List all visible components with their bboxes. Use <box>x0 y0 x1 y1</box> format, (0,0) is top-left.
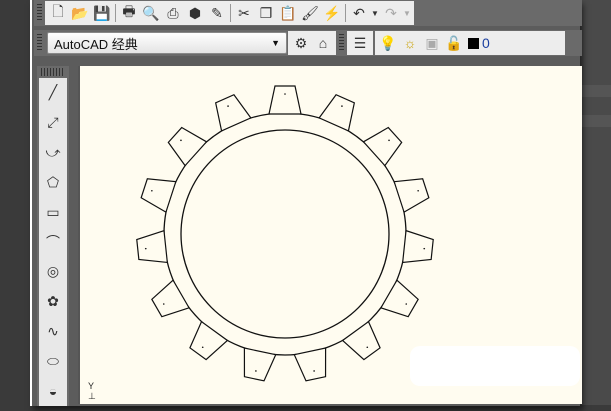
ucs-y-label: Y <box>88 381 95 391</box>
ellipse-icon[interactable]: ⬭ <box>42 346 64 376</box>
arc-icon[interactable]: ⌒ <box>42 227 64 257</box>
batch-plot-icon[interactable]: ✎ <box>206 3 228 23</box>
workspace-dropdown[interactable]: AutoCAD 经典 ▼ <box>47 32 287 54</box>
tooth-center-point <box>341 105 343 107</box>
tooth-center-point <box>144 247 147 250</box>
spline-icon[interactable]: ∿ <box>42 317 64 347</box>
gear-tooth <box>214 93 252 132</box>
rectangle-icon[interactable]: ▭ <box>42 197 64 227</box>
chevron-down-icon: ▼ <box>271 38 280 48</box>
circle-icon[interactable]: ◎ <box>42 257 64 287</box>
gear-tooth <box>293 347 327 382</box>
unlock-icon[interactable]: 🔓 <box>443 33 465 53</box>
gear-tooth <box>167 126 208 167</box>
publish-icon[interactable]: ⎙ <box>162 3 184 23</box>
undo-icon[interactable]: ↶ <box>348 3 370 23</box>
polygon-icon[interactable]: ⬠ <box>42 167 64 197</box>
undo-dropdown-icon[interactable]: ▼ <box>370 3 380 23</box>
gear-inner-circle <box>180 129 390 339</box>
redo-icon[interactable]: ↷ <box>380 3 402 23</box>
layer-properties-icon[interactable]: ☰ <box>349 33 371 53</box>
copy-icon[interactable]: ❐ <box>255 3 277 23</box>
tooth-center-point <box>313 370 315 372</box>
3d-dwf-icon[interactable]: ⬢ <box>184 3 206 23</box>
layer-dropdown[interactable]: 💡 ☼ ▣ 🔓 0 <box>375 31 565 55</box>
open-icon[interactable]: 📂 <box>69 3 91 23</box>
toolbar-grip[interactable] <box>339 34 344 52</box>
plot-preview-icon[interactable]: 🔍 <box>140 3 162 23</box>
plot-icon[interactable]: 🖶 <box>118 3 140 23</box>
gear-tooth <box>393 178 430 214</box>
workspace-settings-icon[interactable]: ⚙ <box>290 33 312 53</box>
toolbar-grip[interactable] <box>37 34 42 52</box>
toolbar-grip[interactable] <box>41 68 65 76</box>
tooth-center-point <box>201 346 204 349</box>
sun-icon[interactable]: ☼ <box>399 33 421 53</box>
gear-tooth <box>401 229 434 264</box>
tooth-center-point <box>180 139 182 142</box>
construction-line-icon[interactable]: ⤢ <box>42 108 64 138</box>
tooth-center-point <box>162 303 165 305</box>
gear-tooth <box>136 229 169 264</box>
clean-screen-icon[interactable]: ⌂ <box>312 33 334 53</box>
gear-tooth <box>189 320 229 361</box>
gear-tooth <box>243 347 277 382</box>
revision-cloud-icon[interactable]: ✿ <box>42 287 64 317</box>
tooth-center-point <box>151 189 153 192</box>
tooth-center-point <box>423 247 426 250</box>
drawing-canvas[interactable]: Y ⊥ <box>78 66 582 404</box>
viewport-freeze-icon[interactable]: ▣ <box>421 33 443 53</box>
workspace-selected: AutoCAD 经典 <box>54 36 138 52</box>
draw-toolbar: ╱ ⤢ ⤻ ⬠ ▭ ⌒ ◎ ✿ ∿ ⬭ ◒ <box>37 66 69 406</box>
paste-icon[interactable]: 📋 <box>277 3 299 23</box>
polyline-icon[interactable]: ⤻ <box>42 138 64 168</box>
block-editor-icon[interactable]: ⚡ <box>321 3 343 23</box>
background-window <box>580 0 611 405</box>
separator <box>345 4 346 22</box>
match-properties-icon[interactable]: 🖌 <box>299 3 321 23</box>
gear-tooth <box>380 279 419 318</box>
tooth-center-point <box>255 370 257 372</box>
cut-icon[interactable]: ✂ <box>233 3 255 23</box>
gear-tooth <box>341 320 381 361</box>
autocad-window: 🗋 📂 💾 🖶 🔍 ⎙ ⬢ ✎ ✂ ❐ 📋 🖌 ⚡ ↶ ▼ ↷ ▼ AutoCA… <box>30 0 582 406</box>
gear-tooth <box>318 93 356 132</box>
erased-area <box>410 346 580 386</box>
tooth-center-point <box>388 139 390 142</box>
tooth-center-point <box>417 189 419 192</box>
standard-toolbar: 🗋 📂 💾 🖶 🔍 ⎙ ⬢ ✎ ✂ ❐ 📋 🖌 ⚡ ↶ ▼ ↷ ▼ <box>34 0 582 26</box>
redo-dropdown-icon[interactable]: ▼ <box>402 3 412 23</box>
layer-color-swatch <box>468 37 479 49</box>
new-icon[interactable]: 🗋 <box>47 3 69 23</box>
gear-tooth <box>362 126 403 167</box>
tooth-center-point <box>284 93 286 95</box>
tooth-center-point <box>405 303 408 305</box>
toolbar-grip[interactable] <box>37 4 42 22</box>
workspace-layers-toolbar: AutoCAD 经典 ▼ ⚙ ⌂ ☰ 💡 ☼ ▣ 🔓 0 <box>34 30 582 56</box>
line-icon[interactable]: ╱ <box>42 78 64 108</box>
gear-tooth <box>268 85 302 115</box>
tooth-center-point <box>366 346 369 349</box>
ucs-icon: Y ⊥ <box>88 381 96 401</box>
gear-tooth <box>140 178 177 214</box>
save-icon[interactable]: 💾 <box>91 3 113 23</box>
lightbulb-icon[interactable]: 💡 <box>377 33 399 53</box>
separator <box>230 4 231 22</box>
tooth-center-point <box>227 105 229 107</box>
layer-name: 0 <box>482 35 490 51</box>
ellipse-arc-icon[interactable]: ◒ <box>42 376 64 406</box>
gear-tooth <box>151 279 190 318</box>
separator <box>115 4 116 22</box>
